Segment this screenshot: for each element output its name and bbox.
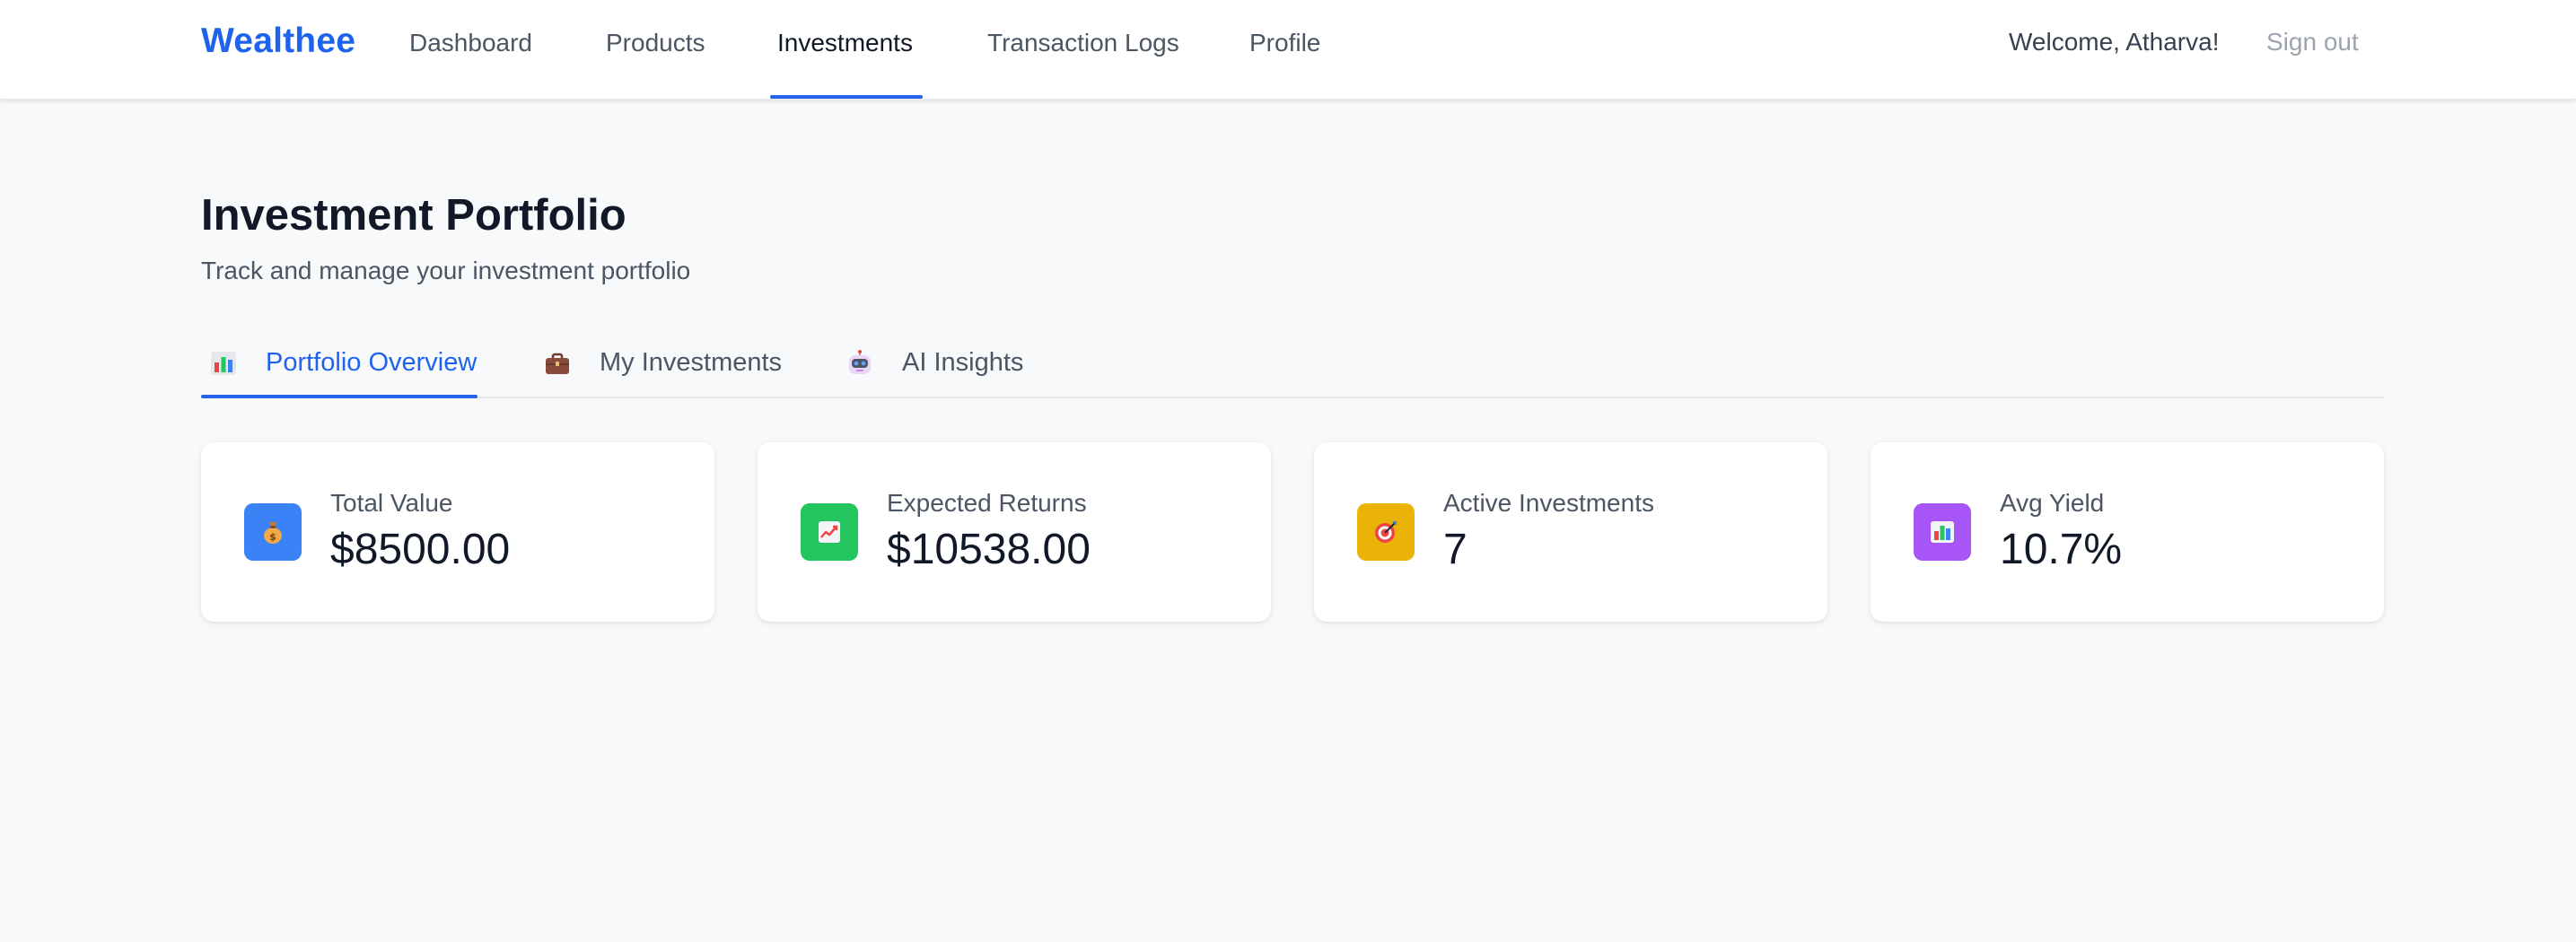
active-tab-indicator [201, 395, 478, 398]
tab-portfolio-overview[interactable]: Portfolio Overview [210, 348, 477, 398]
stat-card-active-investments: Active Investments 7 [1314, 442, 1827, 622]
money-bag-icon: $ [244, 503, 302, 561]
page-subtitle: Track and manage your investment portfol… [201, 257, 691, 284]
tabs-divider [201, 397, 2384, 398]
nav-link-dashboard[interactable]: Dashboard [409, 29, 532, 57]
nav-link-investments[interactable]: Investments [777, 29, 913, 57]
stat-value: $8500.00 [330, 526, 511, 573]
nav-link-products[interactable]: Products [606, 29, 705, 57]
tab-label: My Investments [600, 348, 783, 377]
sign-out-button[interactable]: Sign out [2266, 28, 2359, 57]
stat-label: Expected Returns [887, 489, 1087, 517]
stat-card-expected-returns: Expected Returns $10538.00 [758, 442, 1271, 622]
briefcase-icon [544, 350, 571, 377]
bar-chart-icon [1914, 503, 1971, 561]
stat-label: Total Value [330, 489, 453, 517]
target-icon [1357, 503, 1415, 561]
tab-my-investments[interactable]: My Investments [544, 348, 782, 398]
stat-value: 10.7% [2000, 526, 2123, 573]
nav-link-profile[interactable]: Profile [1249, 29, 1320, 57]
stat-value: $10538.00 [887, 526, 1091, 573]
stat-value: 7 [1443, 526, 1468, 573]
trend-up-chart-icon [801, 503, 858, 561]
tab-ai-insights[interactable]: AI Insights [846, 348, 1023, 398]
bar-chart-icon [210, 350, 237, 377]
stat-label: Active Investments [1443, 489, 1654, 517]
welcome-message: Welcome, Atharva! [2009, 28, 2220, 56]
robot-icon [846, 350, 873, 377]
svg-text:$: $ [269, 531, 276, 543]
stat-card-total-value: $ Total Value $8500.00 [201, 442, 714, 622]
brand-logo[interactable]: Wealthee [201, 22, 355, 61]
nav-link-transaction-logs[interactable]: Transaction Logs [987, 29, 1179, 57]
active-nav-indicator [770, 95, 923, 99]
page-title: Investment Portfolio [201, 191, 626, 240]
tab-label: Portfolio Overview [266, 348, 478, 377]
stat-label: Avg Yield [2000, 489, 2105, 517]
tab-label: AI Insights [902, 348, 1024, 377]
top-navbar: Wealthee Dashboard Products Investments … [0, 0, 2576, 100]
stat-card-avg-yield: Avg Yield 10.7% [1871, 442, 2384, 622]
